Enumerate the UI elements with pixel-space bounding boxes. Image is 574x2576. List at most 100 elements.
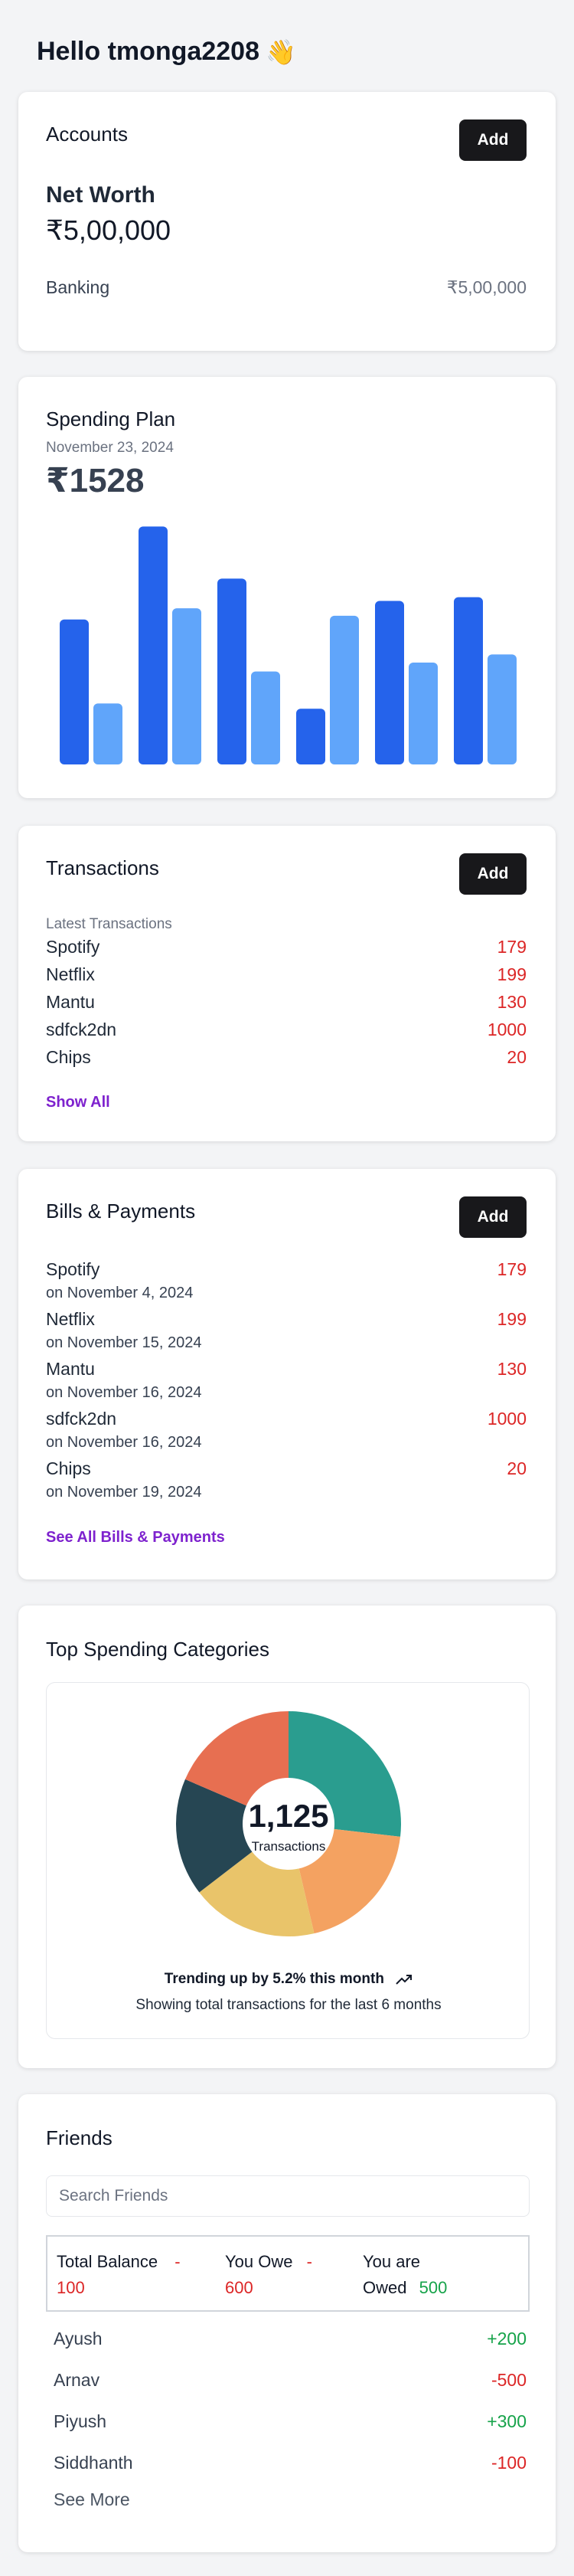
you-are-owed: You are Owed 500 (363, 2249, 447, 2301)
total-balance: Total Balance - 100 (57, 2249, 181, 2301)
bill-amount: 20 (507, 1458, 527, 1478)
friend-name: Siddhanth (54, 2453, 133, 2473)
bill-amount: 1000 (487, 1409, 527, 1429)
friend-row[interactable]: Ayush +200 (54, 2329, 527, 2349)
account-value: ₹5,00,000 (446, 277, 527, 297)
bill-item[interactable]: Spotify 179 on November 4, 2024 (46, 1259, 527, 1302)
friend-name: Ayush (54, 2329, 103, 2349)
spending-bar (172, 608, 201, 764)
transactions-title: Transactions (46, 856, 159, 879)
net-worth-value: ₹5,00,000 (46, 214, 171, 246)
trend-summary: Trending up by 5.2% this month (47, 1971, 530, 1988)
bill-date: on November 16, 2024 (46, 1384, 202, 1401)
transaction-amount: 199 (497, 964, 527, 984)
add-account-button[interactable]: Add (459, 119, 527, 161)
you-owe: You Owe - 600 (225, 2249, 312, 2301)
transaction-name: sdfck2dn (46, 1020, 117, 1039)
trending-up-icon (396, 1974, 413, 1985)
you-owe-value: 600 (225, 2278, 253, 2297)
spending-bar (330, 615, 359, 764)
bills-title: Bills & Payments (46, 1200, 196, 1223)
you-are-owed-value: 500 (419, 2278, 448, 2297)
friend-balance: -500 (491, 2370, 527, 2390)
donut-center-label: Transactions (251, 1839, 326, 1854)
transaction-row[interactable]: Spotify 179 (46, 937, 527, 957)
friend-balance: +300 (487, 2411, 527, 2431)
top-spending-categories-card: Top Spending Categories 1,125 Transactio… (18, 1605, 556, 2068)
transaction-amount: 20 (507, 1047, 527, 1067)
net-worth-label: Net Worth (46, 182, 155, 208)
spending-bar (251, 671, 280, 764)
donut-chart-panel: 1,125 Transactions Trending up by 5.2% t… (46, 1682, 530, 2039)
bill-date: on November 19, 2024 (46, 1484, 202, 1501)
bill-item[interactable]: Mantu 130 on November 16, 2024 (46, 1359, 527, 1402)
accounts-card: Accounts Add Net Worth ₹5,00,000 Banking… (18, 92, 556, 351)
balance-summary: Total Balance - 100 You Owe - 600 You ar… (46, 2235, 530, 2312)
friend-row[interactable]: Siddhanth -100 (54, 2453, 527, 2473)
trend-text: Trending up by 5.2% this month (164, 1971, 384, 1987)
transaction-amount: 130 (497, 992, 527, 1012)
bill-amount: 199 (497, 1309, 527, 1329)
bill-date: on November 16, 2024 (46, 1434, 202, 1451)
add-bill-button[interactable]: Add (459, 1196, 527, 1238)
see-more-friends-link[interactable]: See More (54, 2489, 130, 2510)
spending-bar (139, 526, 168, 764)
spending-bar (93, 703, 122, 764)
transaction-row[interactable]: Netflix 199 (46, 964, 527, 985)
bill-item[interactable]: Chips 20 on November 19, 2024 (46, 1458, 527, 1501)
account-label: Banking (46, 277, 110, 297)
show-all-transactions-link[interactable]: Show All (46, 1094, 110, 1111)
transaction-row[interactable]: Mantu 130 (46, 992, 527, 1013)
add-transaction-button[interactable]: Add (459, 853, 527, 895)
you-are-owed-label-line1: You are (363, 2252, 421, 2271)
total-balance-value: 100 (57, 2278, 85, 2297)
waving-hand-icon: 👋 (265, 37, 296, 67)
bill-item[interactable]: Netflix 199 on November 15, 2024 (46, 1309, 527, 1352)
spending-bar (296, 709, 325, 764)
search-friends-input[interactable] (46, 2175, 530, 2217)
total-balance-sign: - (174, 2252, 181, 2271)
accounts-title: Accounts (46, 123, 128, 146)
you-are-owed-label-line2: Owed (363, 2278, 407, 2297)
friend-balance: -100 (491, 2453, 527, 2473)
bill-name: Mantu (46, 1359, 95, 1379)
friend-balance: +200 (487, 2329, 527, 2349)
you-owe-sign: - (306, 2252, 312, 2271)
spending-bar (217, 578, 246, 764)
transaction-name: Chips (46, 1047, 91, 1067)
donut-center-value: 1,125 (248, 1798, 329, 1834)
transaction-row[interactable]: sdfck2dn 1000 (46, 1020, 527, 1040)
friend-name: Arnav (54, 2370, 100, 2390)
spending-bar (60, 619, 89, 764)
trend-subtitle: Showing total transactions for the last … (135, 1997, 442, 2013)
transactions-card: Transactions Add Latest Transactions Spo… (18, 826, 556, 1141)
spending-bar-chart (60, 526, 517, 764)
bill-amount: 130 (497, 1359, 527, 1379)
bill-item[interactable]: sdfck2dn 1000 on November 16, 2024 (46, 1409, 527, 1452)
you-owe-label: You Owe (225, 2252, 293, 2271)
latest-transactions-label: Latest Transactions (46, 916, 172, 932)
bill-date: on November 4, 2024 (46, 1285, 194, 1301)
spending-bar (488, 654, 517, 764)
spending-plan-card: Spending Plan November 23, 2024 ₹1528 (18, 377, 556, 798)
bills-payments-card: Bills & Payments Add Spotify 179 on Nove… (18, 1169, 556, 1579)
spending-bar (409, 663, 438, 764)
friend-row[interactable]: Arnav -500 (54, 2370, 527, 2391)
transaction-row[interactable]: Chips 20 (46, 1047, 527, 1068)
bill-amount: 179 (497, 1259, 527, 1279)
spending-bar (454, 597, 483, 764)
transaction-amount: 179 (497, 937, 527, 957)
spending-bar (375, 601, 404, 764)
friends-card: Friends Total Balance - 100 You Owe - 60… (18, 2094, 556, 2552)
bill-name: Chips (46, 1458, 91, 1478)
friends-title: Friends (46, 2126, 113, 2149)
account-row-banking[interactable]: Banking ₹5,00,000 (46, 277, 527, 298)
greeting-text: Hello tmonga2208 (37, 37, 259, 66)
friend-name: Piyush (54, 2411, 107, 2431)
total-balance-label: Total Balance (57, 2252, 158, 2271)
bill-name: Netflix (46, 1309, 95, 1329)
see-all-bills-link[interactable]: See All Bills & Payments (46, 1529, 225, 1547)
top-categories-title: Top Spending Categories (46, 1638, 269, 1661)
friend-row[interactable]: Piyush +300 (54, 2411, 527, 2432)
transaction-amount: 1000 (487, 1020, 527, 1039)
